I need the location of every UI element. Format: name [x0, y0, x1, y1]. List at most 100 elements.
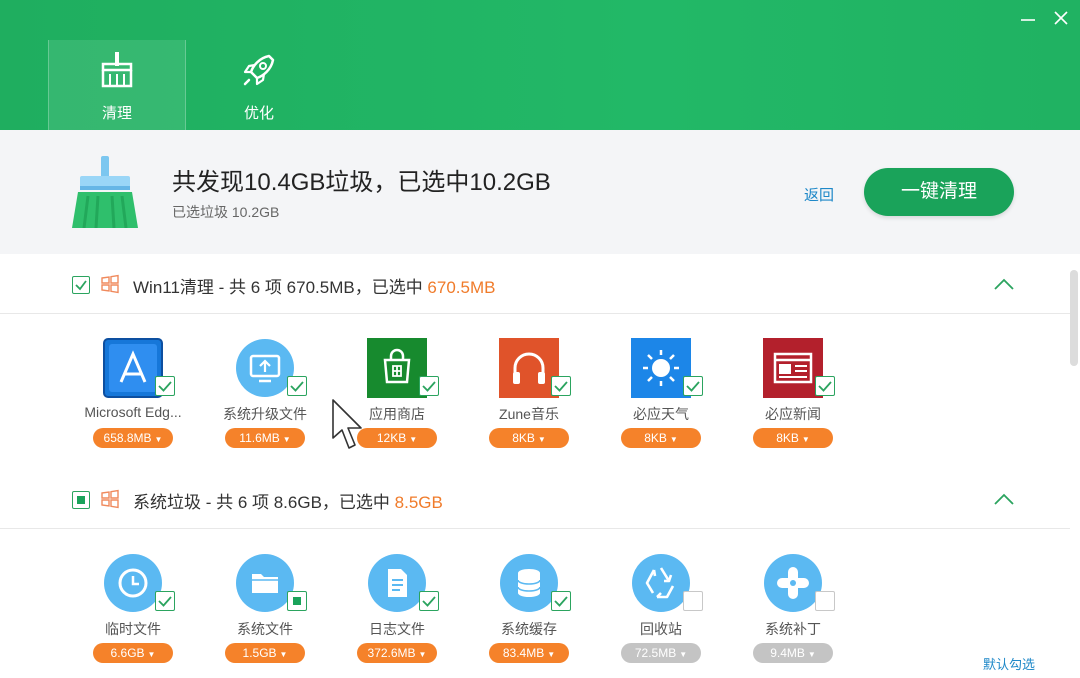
item-size-dropdown[interactable]: 11.6MB ▼ [225, 428, 305, 448]
item-checkbox[interactable] [419, 376, 439, 396]
summary-subtitle: 已选垃圾 10.2GB [172, 204, 280, 220]
item-size-label: 658.8MB [103, 431, 152, 445]
scrollbar[interactable] [1070, 270, 1078, 366]
item-checkbox[interactable] [287, 591, 307, 611]
check-icon [158, 596, 172, 607]
junk-item[interactable]: 系统文件 1.5GB ▼ [205, 553, 325, 678]
caret-down-icon: ▼ [679, 650, 688, 659]
item-size-label: 9.4MB [770, 646, 805, 660]
summary-title: 共发现10.4GB垃圾，已选中10.2GB [172, 169, 551, 196]
item-name: 必应新闻 [765, 406, 821, 422]
item-size-label: 11.6MB [239, 431, 280, 445]
item-size-dropdown[interactable]: 8KB ▼ [753, 428, 833, 448]
section-checkbox-win11[interactable] [72, 276, 90, 294]
item-size-label: 8KB [776, 431, 799, 445]
partial-check-icon [77, 496, 85, 504]
caret-down-icon: ▼ [801, 435, 810, 444]
check-icon [686, 381, 700, 392]
item-size-dropdown[interactable]: 658.8MB ▼ [93, 428, 173, 448]
item-size-label: 83.4MB [502, 646, 545, 660]
caret-down-icon: ▼ [147, 650, 156, 659]
item-size-label: 372.6MB [367, 646, 416, 660]
item-name: 系统补丁 [765, 621, 821, 637]
junk-item[interactable]: Microsoft Edg... 658.8MB ▼ [73, 338, 193, 464]
item-checkbox[interactable] [419, 591, 439, 611]
weather-sun-icon [631, 338, 691, 398]
item-checkbox[interactable] [683, 376, 703, 396]
item-size-dropdown[interactable]: 6.6GB ▼ [93, 643, 173, 663]
caret-down-icon: ▼ [409, 435, 418, 444]
item-checkbox[interactable] [155, 376, 175, 396]
item-name: 回收站 [640, 621, 682, 637]
item-checkbox[interactable] [287, 376, 307, 396]
chevron-up-icon[interactable] [992, 491, 1016, 507]
back-link[interactable]: 返回 [804, 184, 834, 205]
item-checkbox[interactable] [815, 376, 835, 396]
caret-down-icon: ▼ [418, 650, 427, 659]
broom-icon [101, 52, 133, 88]
app-header: 清理 优化 [0, 0, 1080, 130]
junk-item[interactable]: Zune音乐 8KB ▼ [469, 338, 589, 464]
item-name: 系统文件 [237, 621, 293, 637]
item-size-dropdown[interactable]: 83.4MB ▼ [489, 643, 569, 663]
patch-icon [764, 554, 822, 612]
mouse-cursor-icon [332, 399, 362, 449]
section-title-system-junk: 系统垃圾 - 共 6 项 8.6GB，已选中 8.5GB [133, 488, 443, 513]
item-size-dropdown[interactable]: 8KB ▼ [621, 428, 701, 448]
section-header-win11: Win11清理 - 共 6 项 670.5MB，已选中 670.5MB [0, 254, 1070, 314]
check-icon [290, 381, 304, 392]
item-name: Microsoft Edg... [84, 404, 182, 420]
item-name: 系统缓存 [501, 621, 557, 637]
item-checkbox[interactable] [815, 591, 835, 611]
section-checkbox-system-junk[interactable] [72, 491, 90, 509]
close-icon[interactable] [1049, 6, 1073, 30]
item-size-label: 8KB [512, 431, 535, 445]
item-checkbox[interactable] [683, 591, 703, 611]
check-icon [818, 381, 832, 392]
junk-item[interactable]: 系统升级文件 11.6MB ▼ [205, 338, 325, 464]
caret-down-icon: ▼ [282, 435, 291, 444]
tab-clean[interactable]: 清理 [48, 40, 186, 130]
junk-item[interactable]: 系统缓存 83.4MB ▼ [469, 553, 589, 678]
item-size-label: 12KB [376, 431, 407, 445]
check-icon [75, 280, 87, 291]
default-select-link[interactable]: 默认勾选 [983, 654, 1035, 673]
check-icon [422, 596, 436, 607]
item-checkbox[interactable] [155, 591, 175, 611]
item-size-dropdown[interactable]: 372.6MB ▼ [357, 643, 437, 663]
junk-item[interactable]: 必应天气 8KB ▼ [601, 338, 721, 464]
caret-down-icon: ▼ [807, 650, 816, 659]
item-checkbox[interactable] [551, 376, 571, 396]
one-click-clean-button[interactable]: 一键清理 [864, 168, 1014, 216]
app-store-icon [103, 338, 163, 398]
item-name: Zune音乐 [499, 406, 559, 422]
folder-icon [236, 554, 294, 612]
caret-down-icon: ▼ [669, 435, 678, 444]
check-icon [554, 381, 568, 392]
junk-item[interactable]: 回收站 72.5MB ▼ [601, 553, 721, 678]
item-size-dropdown[interactable]: 12KB ▼ [357, 428, 437, 448]
item-size-dropdown[interactable]: 1.5GB ▼ [225, 643, 305, 663]
chevron-up-icon[interactable] [992, 276, 1016, 292]
junk-item[interactable]: 日志文件 372.6MB ▼ [337, 553, 457, 678]
tab-optimize[interactable]: 优化 [190, 40, 328, 130]
item-name: 系统升级文件 [223, 406, 307, 422]
document-icon [368, 554, 426, 612]
section-selected-size: 670.5MB [427, 278, 496, 297]
minimize-icon[interactable] [1016, 6, 1040, 30]
partial-check-icon [293, 597, 301, 605]
junk-item[interactable]: 系统补丁 9.4MB ▼ [733, 553, 853, 678]
junk-item[interactable]: 临时文件 6.6GB ▼ [73, 553, 193, 678]
caret-down-icon: ▼ [279, 650, 288, 659]
headphones-icon [499, 338, 559, 398]
item-size-dropdown[interactable]: 9.4MB ▼ [753, 643, 833, 663]
item-checkbox[interactable] [551, 591, 571, 611]
item-name: 临时文件 [105, 621, 161, 637]
item-size-label: 72.5MB [634, 646, 677, 660]
item-size-dropdown[interactable]: 72.5MB ▼ [621, 643, 701, 663]
windows-logo-icon [101, 489, 119, 509]
junk-item[interactable]: 必应新闻 8KB ▼ [733, 338, 853, 464]
item-size-label: 8KB [644, 431, 667, 445]
check-icon [158, 381, 172, 392]
item-size-dropdown[interactable]: 8KB ▼ [489, 428, 569, 448]
